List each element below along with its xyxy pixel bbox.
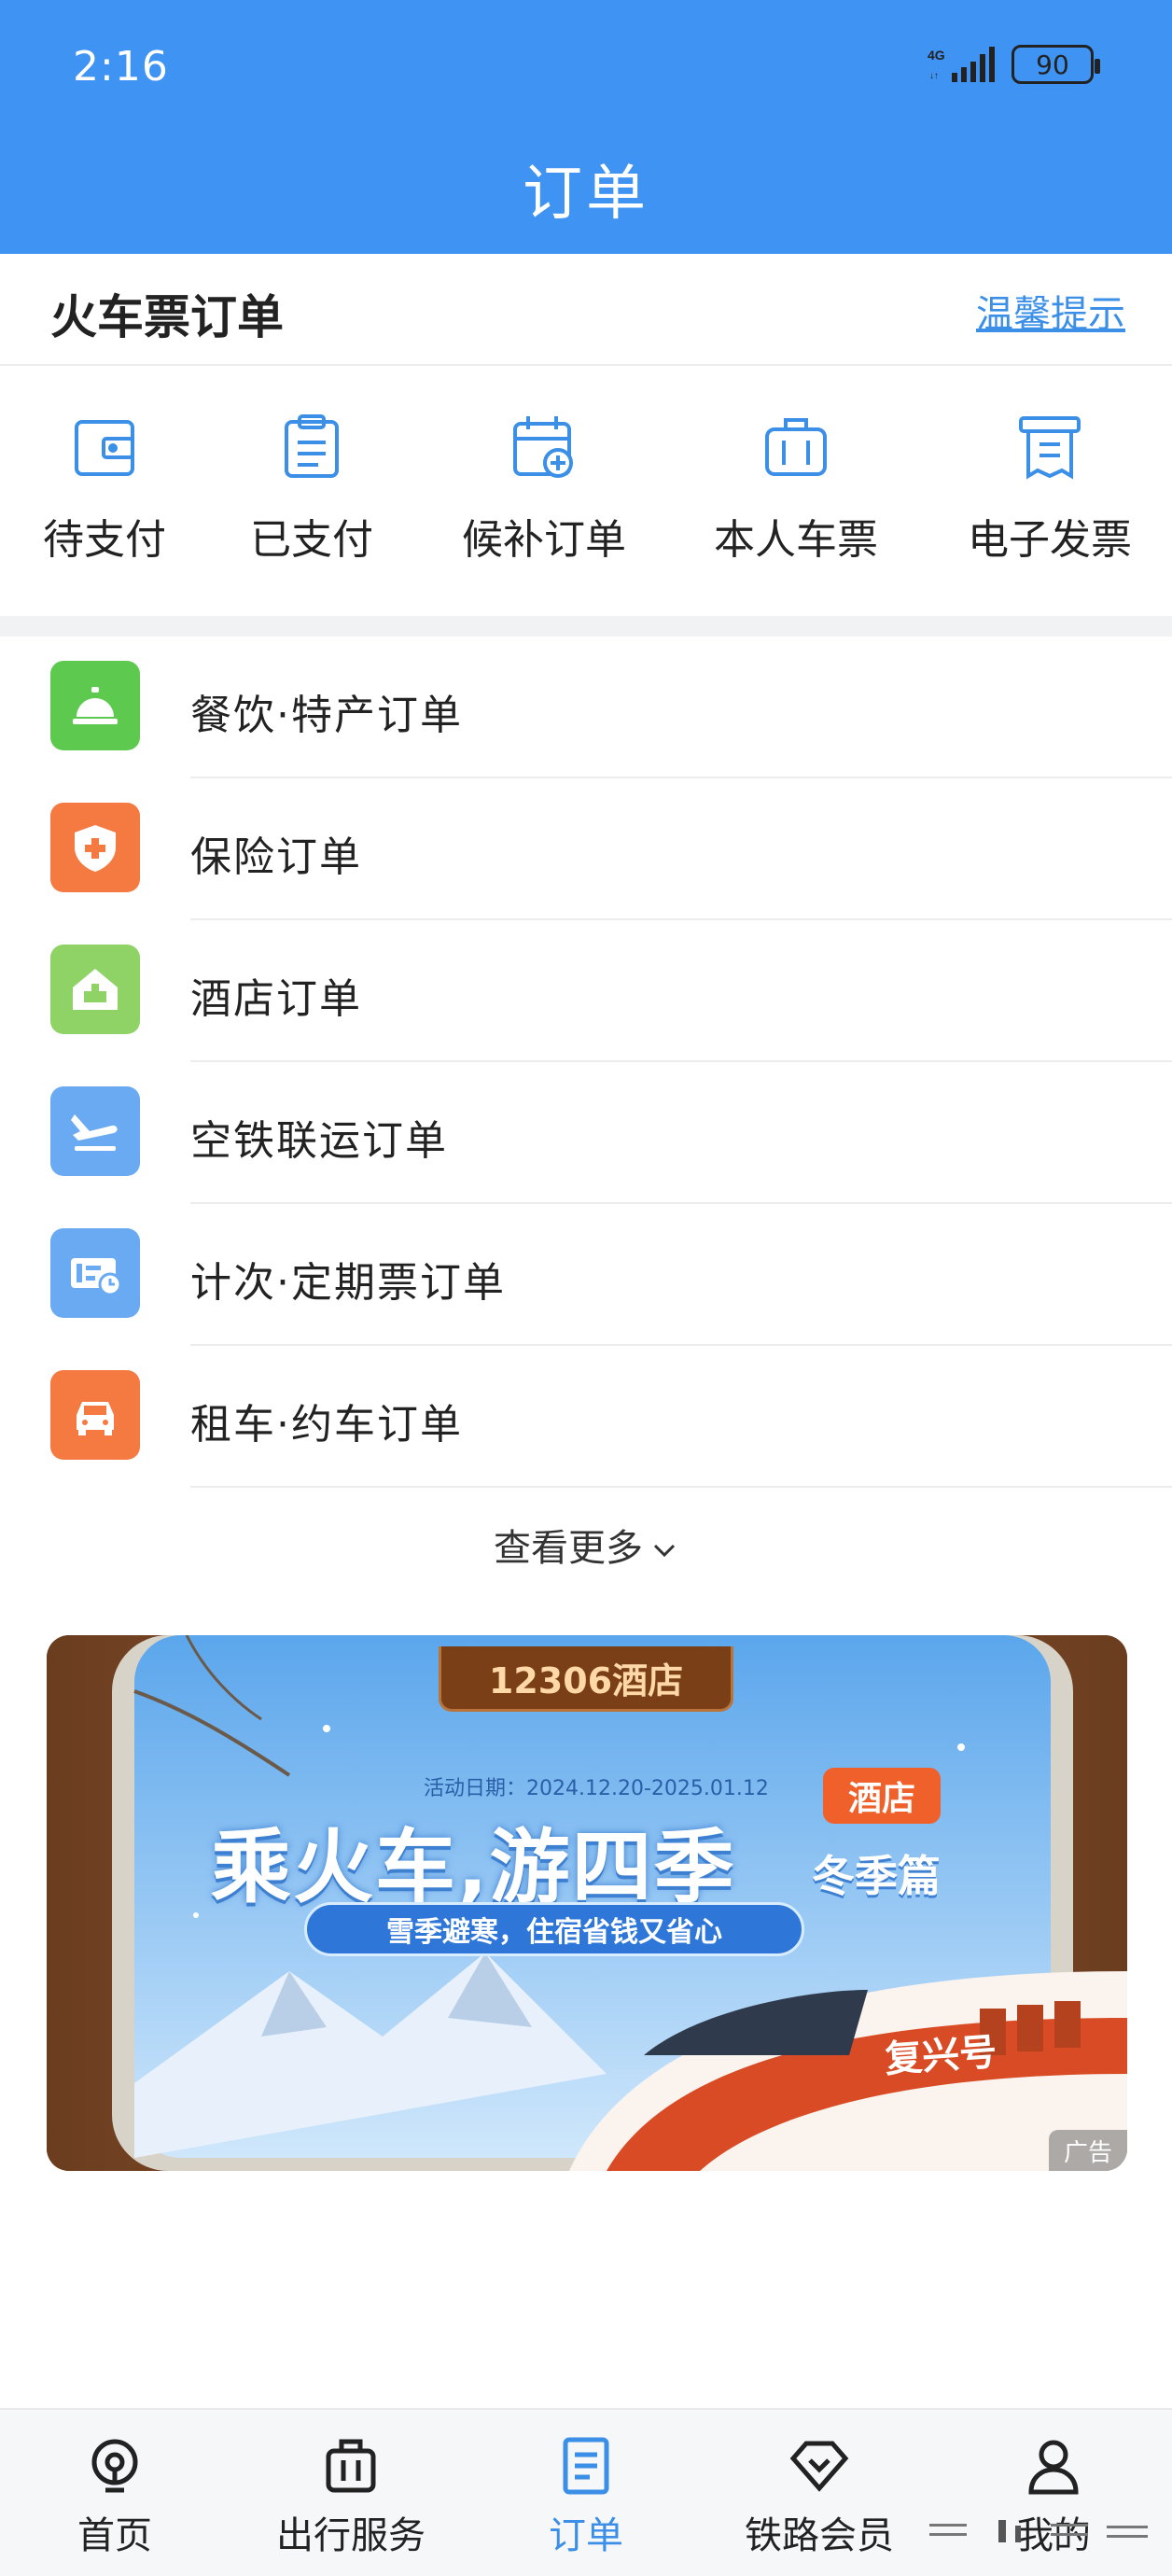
person-icon [1028,2440,1079,2495]
shield-plus-icon [50,803,140,892]
quick-label: 电子发票 [968,516,1132,564]
order-list: 餐饮·特产订单 保险订单 酒店订单 空铁联运订单 计次·定期票订单 租车·约车订 [0,637,1172,1488]
order-air-rail[interactable]: 空铁联运订单 [0,1062,1172,1204]
order-label: 保险订单 [190,833,362,881]
hotel-icon [50,945,140,1034]
quick-label: 候补订单 [462,516,626,564]
svg-text:↓↑: ↓↑ [929,71,939,81]
train-front-icon [91,2439,138,2493]
order-catering[interactable]: 餐饮·特产订单 [0,637,1172,778]
order-label: 餐饮·特产订单 [190,692,463,739]
signal-icon: 4G ↓↑ [928,47,995,82]
banner-headline: 乘火车,游四季 [211,1821,736,1914]
status-indicators: 4G ↓↑ 90 [928,45,1100,84]
tab-orders[interactable]: 订单 [469,2436,703,2559]
see-more-label: 查看更多 [494,1527,643,1570]
service-bell-icon [50,661,140,750]
order-pass-tickets[interactable]: 计次·定期票订单 [0,1204,1172,1346]
order-label: 租车·约车订单 [190,1401,463,1449]
tips-link[interactable]: 温馨提示 [976,284,1125,338]
quick-label: 待支付 [43,516,166,564]
ticket-orders-title: 火车票订单 [50,290,284,344]
car-icon [50,1370,140,1460]
bottom-tab-bar: 首页 出行服务 订单 铁路会员 我的 [0,2408,1172,2576]
tab-label: 出行服务 [276,2514,426,2557]
order-hotel[interactable]: 酒店订单 [0,920,1172,1062]
invoice-icon [1019,416,1081,480]
quick-my-tickets[interactable]: 本人车票 [679,413,913,566]
clipboard-icon [285,414,339,478]
order-car-rental[interactable]: 租车·约车订单 [0,1346,1172,1488]
quick-label: 本人车票 [714,516,878,564]
order-label: 酒店订单 [190,975,362,1023]
section-divider [0,616,1172,637]
tab-travel-services[interactable]: 出行服务 [234,2436,467,2559]
plane-icon [50,1086,140,1176]
battery-icon: 90 [1012,45,1100,84]
luggage-icon [765,418,827,476]
app-header: 2:16 4G ↓↑ 90 订单 [0,0,1172,254]
svg-text:4G: 4G [928,48,945,63]
ticket-orders-header: 火车票订单 温馨提示 [0,254,1172,366]
page-title: 订单 [523,160,649,229]
quick-paid[interactable]: 已支付 [195,413,428,566]
ticket-quick-actions: 待支付 已支付 候补订单 本人车票 电子发票 [0,366,1172,616]
order-insurance[interactable]: 保险订单 [0,778,1172,920]
divider [190,1486,1172,1488]
tab-label: 订单 [549,2514,623,2557]
chevron-down-icon [653,1544,676,1558]
suitcase-icon [326,2439,376,2493]
order-doc-icon [563,2437,609,2495]
calendar-plus-icon [513,416,573,478]
see-more-button[interactable]: 查看更多 [0,1518,1172,1572]
banner-date: 活动日期：2024.12.20-2025.01.12 [424,1777,769,1800]
tab-home[interactable]: 首页 [0,2436,231,2559]
tab-label: 铁路会员 [745,2514,894,2557]
quick-label: 已支付 [250,516,373,564]
quick-waitlist-orders[interactable]: 候补订单 [427,413,661,566]
banner-hotel-badge: 酒店 [823,1768,941,1824]
quick-pending-payment[interactable]: 待支付 [0,413,221,566]
order-label: 计次·定期票订单 [190,1259,506,1307]
banner-season: 冬季篇 [812,1851,941,1901]
status-time: 2:16 [73,43,169,91]
system-gesture-overlay-icon [929,2520,1148,2542]
tab-membership[interactable]: 铁路会员 [703,2436,936,2559]
banner-tag: 12306酒店 [439,1646,733,1712]
ticket-clock-icon [50,1228,140,1318]
banner-subline: 雪季避寒，住宿省钱又省心 [304,1902,804,1956]
diamond-icon [789,2441,849,2492]
quick-e-invoice[interactable]: 电子发票 [933,413,1166,566]
hotel-promo-banner[interactable]: 12306酒店 活动日期：2024.12.20-2025.01.12 乘火车,游… [47,1635,1127,2171]
wallet-icon [75,420,134,476]
ad-label: 广告 [1049,2130,1127,2171]
tab-label: 首页 [77,2514,152,2557]
banner-train-name: 复兴号 [883,2030,998,2082]
order-label: 空铁联运订单 [190,1117,448,1165]
